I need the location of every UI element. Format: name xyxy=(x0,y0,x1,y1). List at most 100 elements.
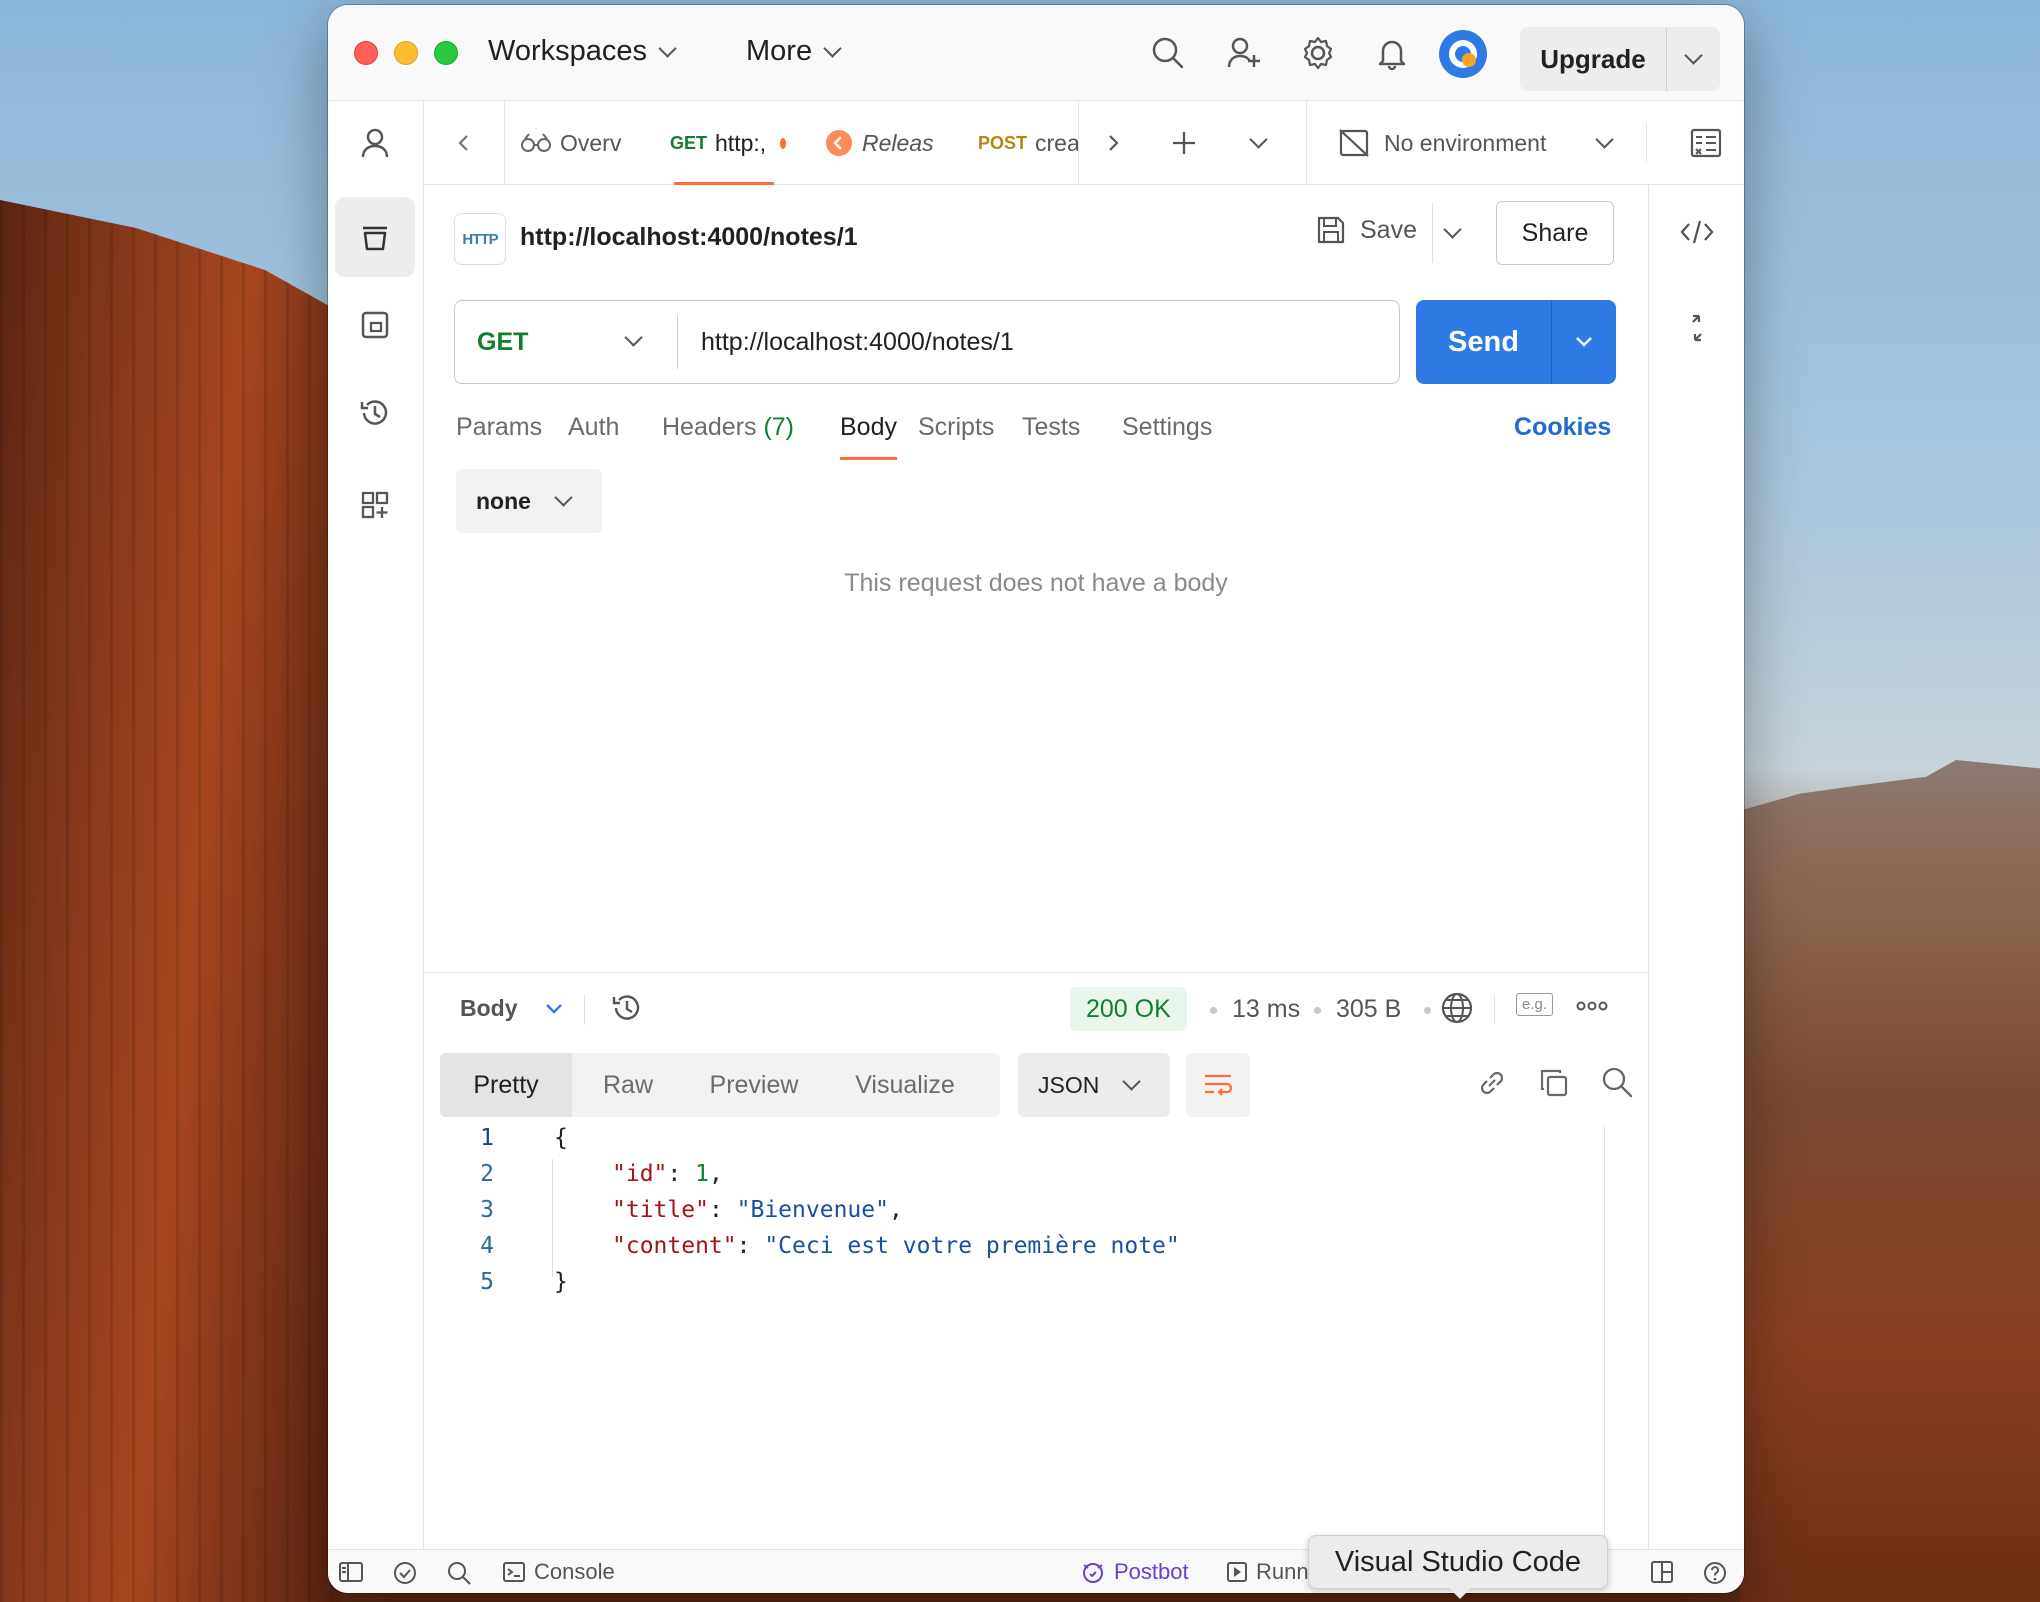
tab-auth[interactable]: Auth xyxy=(568,413,619,442)
two-pane-view-button[interactable] xyxy=(1650,1560,1674,1584)
runner-button[interactable]: Runn xyxy=(1226,1559,1309,1585)
chevron-down-icon xyxy=(1684,46,1703,65)
check-circle-icon xyxy=(394,1562,416,1584)
chevron-down-icon xyxy=(1122,1072,1142,1091)
sidebar-item-history[interactable] xyxy=(335,373,415,453)
minimize-window-button[interactable] xyxy=(394,41,418,65)
copy-link-button[interactable] xyxy=(1476,1067,1508,1099)
method-dropdown[interactable] xyxy=(624,328,643,349)
chevron-down-icon xyxy=(658,38,677,58)
view-preview[interactable]: Preview xyxy=(684,1053,824,1117)
bell-icon[interactable] xyxy=(1374,35,1410,71)
request-title[interactable]: http://localhost:4000/notes/1 xyxy=(520,223,858,252)
network-info-button[interactable] xyxy=(1440,991,1474,1025)
sidebar-item-account[interactable] xyxy=(335,103,415,183)
console-button[interactable]: Console xyxy=(502,1559,615,1585)
close-window-button[interactable] xyxy=(354,41,378,65)
sidebar-item-configure[interactable] xyxy=(335,465,415,545)
titlebar: Workspaces More Upgrade xyxy=(328,5,1744,101)
upgrade-button[interactable]: Upgrade xyxy=(1520,27,1720,91)
tab-post-request[interactable]: POST crea xyxy=(978,101,1078,185)
runner-status-button[interactable] xyxy=(392,1560,418,1586)
status-badge[interactable]: 200 OK xyxy=(1070,987,1187,1031)
tabs-scroll-left[interactable] xyxy=(434,101,494,185)
tabs-scroll-right[interactable] xyxy=(1088,101,1138,185)
tab-list-button[interactable] xyxy=(1230,101,1286,185)
chevron-down-icon xyxy=(1595,130,1615,149)
save-options-button[interactable] xyxy=(1443,220,1462,241)
more-label: More xyxy=(746,35,813,67)
tab-scripts[interactable]: Scripts xyxy=(918,413,994,442)
view-visualize[interactable]: Visualize xyxy=(824,1053,986,1117)
send-options-button[interactable] xyxy=(1552,300,1616,384)
url-input[interactable]: http://localhost:4000/notes/1 xyxy=(701,301,1014,383)
right-sidebar xyxy=(1648,185,1744,1549)
code-line: 2 "id": 1, xyxy=(424,1161,1624,1197)
response-size[interactable]: 305 B xyxy=(1336,995,1401,1024)
gear-icon[interactable] xyxy=(1300,35,1336,71)
response-time[interactable]: 13 ms xyxy=(1232,995,1300,1024)
no-environment-icon xyxy=(1339,129,1369,157)
chevron-down-icon xyxy=(1443,220,1462,239)
avatar[interactable] xyxy=(1438,29,1488,79)
wrap-icon xyxy=(1205,1074,1233,1096)
history-icon xyxy=(612,995,640,1020)
send-button[interactable]: Send xyxy=(1416,300,1616,384)
toggle-sidebar-button[interactable] xyxy=(338,1560,364,1584)
code-snippet-button[interactable] xyxy=(1679,217,1715,247)
copy-button[interactable] xyxy=(1538,1067,1570,1099)
postbot-button[interactable]: Postbot xyxy=(1080,1559,1189,1585)
runner-label: Runn xyxy=(1256,1559,1309,1584)
response-history-button[interactable] xyxy=(610,991,644,1025)
chevron-down-icon xyxy=(1248,130,1268,149)
save-button[interactable]: Save xyxy=(1316,215,1417,245)
more-menu[interactable]: More xyxy=(746,35,842,68)
json-value: "Bienvenue" xyxy=(736,1197,889,1223)
save-example-button[interactable]: e.g. xyxy=(1516,993,1554,1016)
response-section-select[interactable]: Body xyxy=(460,995,564,1022)
tab-tests[interactable]: Tests xyxy=(1022,413,1080,442)
invite-icon[interactable] xyxy=(1226,35,1262,71)
share-button[interactable]: Share xyxy=(1496,201,1614,265)
postbot-icon xyxy=(1083,1563,1103,1583)
chevron-down-icon xyxy=(823,38,842,58)
workspaces-menu[interactable]: Workspaces xyxy=(488,35,677,68)
more-options-button[interactable] xyxy=(1576,999,1608,1013)
tab-get-request[interactable]: GET http:, xyxy=(670,101,786,185)
json-value: 1 xyxy=(695,1161,709,1187)
desktop-mesa xyxy=(1740,760,2040,1602)
environment-selector[interactable]: No environment xyxy=(1338,101,1638,185)
help-button[interactable] xyxy=(1702,1560,1728,1586)
tab-params[interactable]: Params xyxy=(456,413,542,442)
editor-scrollbar[interactable] xyxy=(1604,1125,1605,1545)
method-select[interactable]: GET xyxy=(477,301,528,383)
format-select[interactable]: JSON xyxy=(1018,1053,1170,1117)
new-tab-button[interactable] xyxy=(1156,101,1212,185)
chevron-down-icon xyxy=(545,1003,562,1014)
environment-quick-look[interactable] xyxy=(1676,101,1736,185)
tab-headers[interactable]: Headers (7) xyxy=(662,413,794,442)
wrap-lines-button[interactable] xyxy=(1186,1053,1250,1117)
response-view-tabs: Pretty Raw Preview Visualize xyxy=(440,1053,1000,1117)
search-icon[interactable] xyxy=(1150,35,1186,71)
zoom-window-button[interactable] xyxy=(434,41,458,65)
sidebar-item-collections[interactable] xyxy=(335,197,415,277)
tab-overview[interactable]: Overv xyxy=(520,101,640,185)
code-line: 5 } xyxy=(424,1269,1624,1305)
body-type-select[interactable]: none xyxy=(456,469,602,533)
sidebar-item-environments[interactable] xyxy=(335,285,415,365)
tab-release[interactable]: Releas xyxy=(824,101,934,185)
find-button[interactable] xyxy=(446,1560,472,1586)
view-pretty[interactable]: Pretty xyxy=(440,1053,572,1117)
tab-settings[interactable]: Settings xyxy=(1122,413,1212,442)
console-label: Console xyxy=(534,1559,615,1584)
code-text: } xyxy=(554,1269,568,1295)
code-text: "id": 1, xyxy=(612,1161,723,1187)
cookies-link[interactable]: Cookies xyxy=(1514,413,1611,442)
upgrade-dropdown[interactable] xyxy=(1667,46,1720,65)
collapse-panel-button[interactable] xyxy=(1683,313,1711,343)
tab-body[interactable]: Body xyxy=(840,413,897,460)
view-raw[interactable]: Raw xyxy=(572,1053,684,1117)
environment-label: No environment xyxy=(1384,129,1547,156)
search-response-button[interactable] xyxy=(1600,1065,1634,1099)
